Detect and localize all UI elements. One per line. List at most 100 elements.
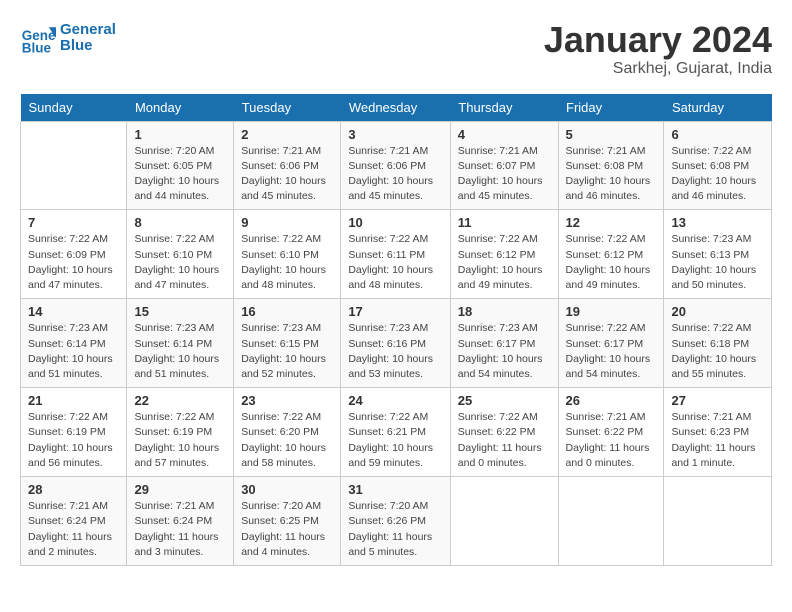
calendar-cell: 18Sunrise: 7:23 AM Sunset: 6:17 PM Dayli… xyxy=(450,299,558,388)
day-info: Sunrise: 7:23 AM Sunset: 6:15 PM Dayligh… xyxy=(241,321,333,382)
day-number: 19 xyxy=(566,304,657,319)
calendar-cell: 14Sunrise: 7:23 AM Sunset: 6:14 PM Dayli… xyxy=(21,299,127,388)
weekday-header-thursday: Thursday xyxy=(450,94,558,122)
calendar-cell: 28 Sunrise: 7:21 AM Sunset: 6:24 PM Dayli… xyxy=(21,477,127,566)
day-number: 24 xyxy=(348,393,442,408)
day-info: Sunrise: 7:22 AM Sunset: 6:17 PM Dayligh… xyxy=(566,321,657,382)
month-title: January 2024 xyxy=(544,20,772,60)
calendar-cell: 5 Sunrise: 7:21 AM Sunset: 6:08 PM Daylig… xyxy=(558,121,664,210)
day-number: 22 xyxy=(134,393,226,408)
calendar-table: SundayMondayTuesdayWednesdayThursdayFrid… xyxy=(20,94,772,566)
day-number: 16 xyxy=(241,304,333,319)
calendar-header-row: SundayMondayTuesdayWednesdayThursdayFrid… xyxy=(21,94,772,122)
calendar-cell: 20 Sunrise: 7:22 AM Sunset: 6:18 PM Dayli… xyxy=(664,299,772,388)
calendar-cell xyxy=(664,477,772,566)
logo-icon: General Blue xyxy=(20,20,56,56)
calendar-cell xyxy=(450,477,558,566)
calendar-cell: 17Sunrise: 7:23 AM Sunset: 6:16 PM Dayli… xyxy=(341,299,450,388)
weekday-header-monday: Monday xyxy=(127,94,234,122)
calendar-cell: 8Sunrise: 7:22 AM Sunset: 6:10 PM Daylig… xyxy=(127,210,234,299)
title-section: January 2024 Sarkhej, Gujarat, India xyxy=(544,20,772,78)
calendar-cell: 4 Sunrise: 7:21 AM Sunset: 6:07 PM Daylig… xyxy=(450,121,558,210)
day-info: Sunrise: 7:22 AM Sunset: 6:10 PM Dayligh… xyxy=(134,232,226,293)
weekday-header-sunday: Sunday xyxy=(21,94,127,122)
day-info: Sunrise: 7:22 AM Sunset: 6:10 PM Dayligh… xyxy=(241,232,333,293)
calendar-cell: 9 Sunrise: 7:22 AM Sunset: 6:10 PM Daylig… xyxy=(234,210,341,299)
logo-general: General xyxy=(60,22,116,39)
calendar-cell: 25 Sunrise: 7:22 AM Sunset: 6:22 PM Dayli… xyxy=(450,388,558,477)
day-number: 29 xyxy=(134,482,226,497)
day-info: Sunrise: 7:21 AM Sunset: 6:23 PM Dayligh… xyxy=(671,410,764,471)
day-info: Sunrise: 7:22 AM Sunset: 6:19 PM Dayligh… xyxy=(134,410,226,471)
weekday-header-wednesday: Wednesday xyxy=(341,94,450,122)
logo-blue: Blue xyxy=(60,38,116,55)
day-info: Sunrise: 7:23 AM Sunset: 6:16 PM Dayligh… xyxy=(348,321,442,382)
calendar-cell: 1Sunrise: 7:20 AM Sunset: 6:05 PM Daylig… xyxy=(127,121,234,210)
day-info: Sunrise: 7:23 AM Sunset: 6:13 PM Dayligh… xyxy=(671,232,764,293)
day-number: 6 xyxy=(671,127,764,142)
day-info: Sunrise: 7:21 AM Sunset: 6:08 PM Dayligh… xyxy=(566,144,657,205)
calendar-cell: 13Sunrise: 7:23 AM Sunset: 6:13 PM Dayli… xyxy=(664,210,772,299)
day-info: Sunrise: 7:23 AM Sunset: 6:14 PM Dayligh… xyxy=(134,321,226,382)
day-number: 9 xyxy=(241,215,333,230)
calendar-cell: 24 Sunrise: 7:22 AM Sunset: 6:21 PM Dayli… xyxy=(341,388,450,477)
calendar-cell: 12Sunrise: 7:22 AM Sunset: 6:12 PM Dayli… xyxy=(558,210,664,299)
day-number: 23 xyxy=(241,393,333,408)
day-number: 27 xyxy=(671,393,764,408)
calendar-week-row: 1Sunrise: 7:20 AM Sunset: 6:05 PM Daylig… xyxy=(21,121,772,210)
calendar-cell: 11 Sunrise: 7:22 AM Sunset: 6:12 PM Dayli… xyxy=(450,210,558,299)
page-header: General Blue General Blue January 2024 S… xyxy=(20,20,772,78)
day-info: Sunrise: 7:20 AM Sunset: 6:05 PM Dayligh… xyxy=(134,144,226,205)
calendar-cell: 3Sunrise: 7:21 AM Sunset: 6:06 PM Daylig… xyxy=(341,121,450,210)
day-number: 10 xyxy=(348,215,442,230)
weekday-header-saturday: Saturday xyxy=(664,94,772,122)
location: Sarkhej, Gujarat, India xyxy=(544,60,772,78)
day-info: Sunrise: 7:23 AM Sunset: 6:17 PM Dayligh… xyxy=(458,321,551,382)
day-number: 30 xyxy=(241,482,333,497)
calendar-cell: 16 Sunrise: 7:23 AM Sunset: 6:15 PM Dayli… xyxy=(234,299,341,388)
day-number: 25 xyxy=(458,393,551,408)
calendar-cell: 7 Sunrise: 7:22 AM Sunset: 6:09 PM Daylig… xyxy=(21,210,127,299)
day-info: Sunrise: 7:21 AM Sunset: 6:06 PM Dayligh… xyxy=(241,144,333,205)
day-number: 3 xyxy=(348,127,442,142)
day-info: Sunrise: 7:22 AM Sunset: 6:18 PM Dayligh… xyxy=(671,321,764,382)
day-number: 28 xyxy=(28,482,119,497)
calendar-week-row: 7 Sunrise: 7:22 AM Sunset: 6:09 PM Daylig… xyxy=(21,210,772,299)
calendar-cell xyxy=(21,121,127,210)
calendar-cell: 2 Sunrise: 7:21 AM Sunset: 6:06 PM Daylig… xyxy=(234,121,341,210)
day-info: Sunrise: 7:22 AM Sunset: 6:11 PM Dayligh… xyxy=(348,232,442,293)
day-info: Sunrise: 7:22 AM Sunset: 6:21 PM Dayligh… xyxy=(348,410,442,471)
day-info: Sunrise: 7:21 AM Sunset: 6:24 PM Dayligh… xyxy=(134,499,226,560)
day-info: Sunrise: 7:21 AM Sunset: 6:22 PM Dayligh… xyxy=(566,410,657,471)
day-info: Sunrise: 7:22 AM Sunset: 6:22 PM Dayligh… xyxy=(458,410,551,471)
day-info: Sunrise: 7:21 AM Sunset: 6:24 PM Dayligh… xyxy=(28,499,119,560)
day-number: 26 xyxy=(566,393,657,408)
calendar-week-row: 14Sunrise: 7:23 AM Sunset: 6:14 PM Dayli… xyxy=(21,299,772,388)
calendar-week-row: 28 Sunrise: 7:21 AM Sunset: 6:24 PM Dayli… xyxy=(21,477,772,566)
day-info: Sunrise: 7:21 AM Sunset: 6:07 PM Dayligh… xyxy=(458,144,551,205)
calendar-cell: 22 Sunrise: 7:22 AM Sunset: 6:19 PM Dayli… xyxy=(127,388,234,477)
day-info: Sunrise: 7:22 AM Sunset: 6:20 PM Dayligh… xyxy=(241,410,333,471)
svg-text:Blue: Blue xyxy=(22,40,52,55)
day-info: Sunrise: 7:20 AM Sunset: 6:25 PM Dayligh… xyxy=(241,499,333,560)
day-number: 7 xyxy=(28,215,119,230)
day-info: Sunrise: 7:22 AM Sunset: 6:12 PM Dayligh… xyxy=(458,232,551,293)
calendar-week-row: 21Sunrise: 7:22 AM Sunset: 6:19 PM Dayli… xyxy=(21,388,772,477)
day-info: Sunrise: 7:22 AM Sunset: 6:09 PM Dayligh… xyxy=(28,232,119,293)
day-number: 15 xyxy=(134,304,226,319)
logo: General Blue General Blue xyxy=(20,20,116,56)
day-number: 2 xyxy=(241,127,333,142)
day-number: 31 xyxy=(348,482,442,497)
day-number: 11 xyxy=(458,215,551,230)
calendar-cell: 6Sunrise: 7:22 AM Sunset: 6:08 PM Daylig… xyxy=(664,121,772,210)
day-number: 5 xyxy=(566,127,657,142)
day-number: 4 xyxy=(458,127,551,142)
calendar-cell: 29 Sunrise: 7:21 AM Sunset: 6:24 PM Dayli… xyxy=(127,477,234,566)
calendar-cell: 10 Sunrise: 7:22 AM Sunset: 6:11 PM Dayli… xyxy=(341,210,450,299)
calendar-cell: 26 Sunrise: 7:21 AM Sunset: 6:22 PM Dayli… xyxy=(558,388,664,477)
calendar-cell: 27 Sunrise: 7:21 AM Sunset: 6:23 PM Dayli… xyxy=(664,388,772,477)
day-info: Sunrise: 7:23 AM Sunset: 6:14 PM Dayligh… xyxy=(28,321,119,382)
calendar-cell: 23 Sunrise: 7:22 AM Sunset: 6:20 PM Dayli… xyxy=(234,388,341,477)
day-number: 20 xyxy=(671,304,764,319)
weekday-header-tuesday: Tuesday xyxy=(234,94,341,122)
